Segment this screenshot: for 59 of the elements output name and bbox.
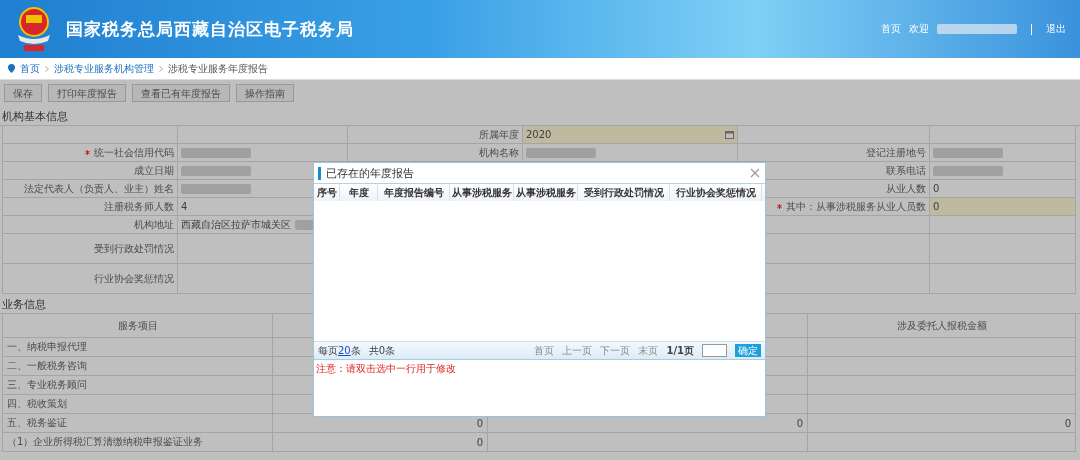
breadcrumb-link[interactable]: 涉税专业服务机构管理: [54, 61, 154, 76]
column-header: 从事涉税服务: [450, 184, 514, 201]
field-label: 其中：从事涉税服务从业人员数: [786, 199, 926, 214]
field-label: 统一社会信用代码: [94, 145, 174, 160]
pager-link[interactable]: 上一页: [562, 343, 593, 358]
service-item: 三、专业税务顾问: [7, 378, 87, 392]
breadcrumb-link[interactable]: 涉税专业服务年度报告: [168, 61, 268, 76]
field-label: 机构地址: [134, 217, 174, 232]
site-title: 国家税务总局西藏自治区电子税务局: [66, 17, 354, 41]
column-header: 年度报告编号: [378, 184, 450, 201]
column-header: 行业协会奖惩情况: [670, 184, 762, 201]
column-header: 从事涉税服务: [514, 184, 578, 201]
field-value: 0: [933, 183, 940, 194]
field-value: 2020: [526, 129, 552, 140]
amount-value: 0: [476, 436, 483, 448]
page-size-link[interactable]: 20: [338, 345, 351, 356]
column-header: 涉及委托人报税金额: [896, 318, 987, 333]
amount-value: 0: [1064, 417, 1071, 429]
service-item: 一、纳税申报代理: [7, 340, 87, 354]
page-size-unit: 条: [350, 343, 361, 358]
field-value: 西藏自治区拉萨市城关区: [181, 217, 291, 232]
hint-note: 注意：请双击选中一行用于修改: [315, 362, 457, 376]
toolbar-button[interactable]: 操作指南: [236, 84, 294, 102]
pager-link[interactable]: 首页: [534, 343, 555, 358]
field-value: 4: [181, 201, 188, 212]
field-label: 登记注册地号: [866, 145, 926, 160]
service-item: 二、一般税务咨询: [7, 359, 87, 373]
column-header: 序号: [314, 184, 340, 201]
field-label: 联系电话: [886, 163, 926, 178]
field-label: 从业人数: [886, 181, 926, 196]
page-info: 1/1页: [666, 343, 694, 358]
service-item: 五、税务鉴证: [7, 416, 67, 430]
service-item: （1）企业所得税汇算清缴纳税申报鉴证业务: [7, 435, 204, 449]
total-count: 共0条: [368, 343, 396, 358]
column-header: 年度: [340, 184, 378, 201]
column-header: 服务项目: [117, 318, 158, 333]
go-button[interactable]: 确定: [735, 344, 761, 357]
field-label: 注册税务师人数: [104, 199, 174, 214]
toolbar-button[interactable]: 保存: [4, 84, 42, 102]
amount-value: 0: [796, 417, 803, 429]
toolbar-button[interactable]: 查看已有年度报告: [132, 84, 230, 102]
column-header: 受到行政处罚情况: [578, 184, 670, 201]
dialog-title: 已存在的年度报告: [326, 165, 414, 181]
toolbar-button[interactable]: 打印年度报告: [48, 84, 126, 102]
field-label: 行业协会奖惩情况: [94, 271, 174, 286]
amount-value: 0: [476, 417, 483, 429]
field-label: 所属年度: [479, 127, 519, 142]
field-label: 法定代表人（负责人、业主）姓名: [24, 181, 174, 196]
pager-link[interactable]: 末页: [638, 343, 659, 358]
field-label: 受到行政处罚情况: [94, 241, 174, 256]
breadcrumb-link[interactable]: 首页: [20, 61, 40, 76]
page-size-label: 每页: [318, 343, 338, 358]
service-item: 四、税收策划: [7, 397, 67, 411]
field-value: 0: [933, 201, 940, 212]
header-link[interactable]: 欢迎: [909, 22, 929, 36]
field-label: 成立日期: [134, 163, 174, 178]
pager-link[interactable]: 下一页: [600, 343, 631, 358]
field-label: 机构名称: [479, 145, 519, 160]
logout-link[interactable]: 退出: [1046, 22, 1066, 36]
